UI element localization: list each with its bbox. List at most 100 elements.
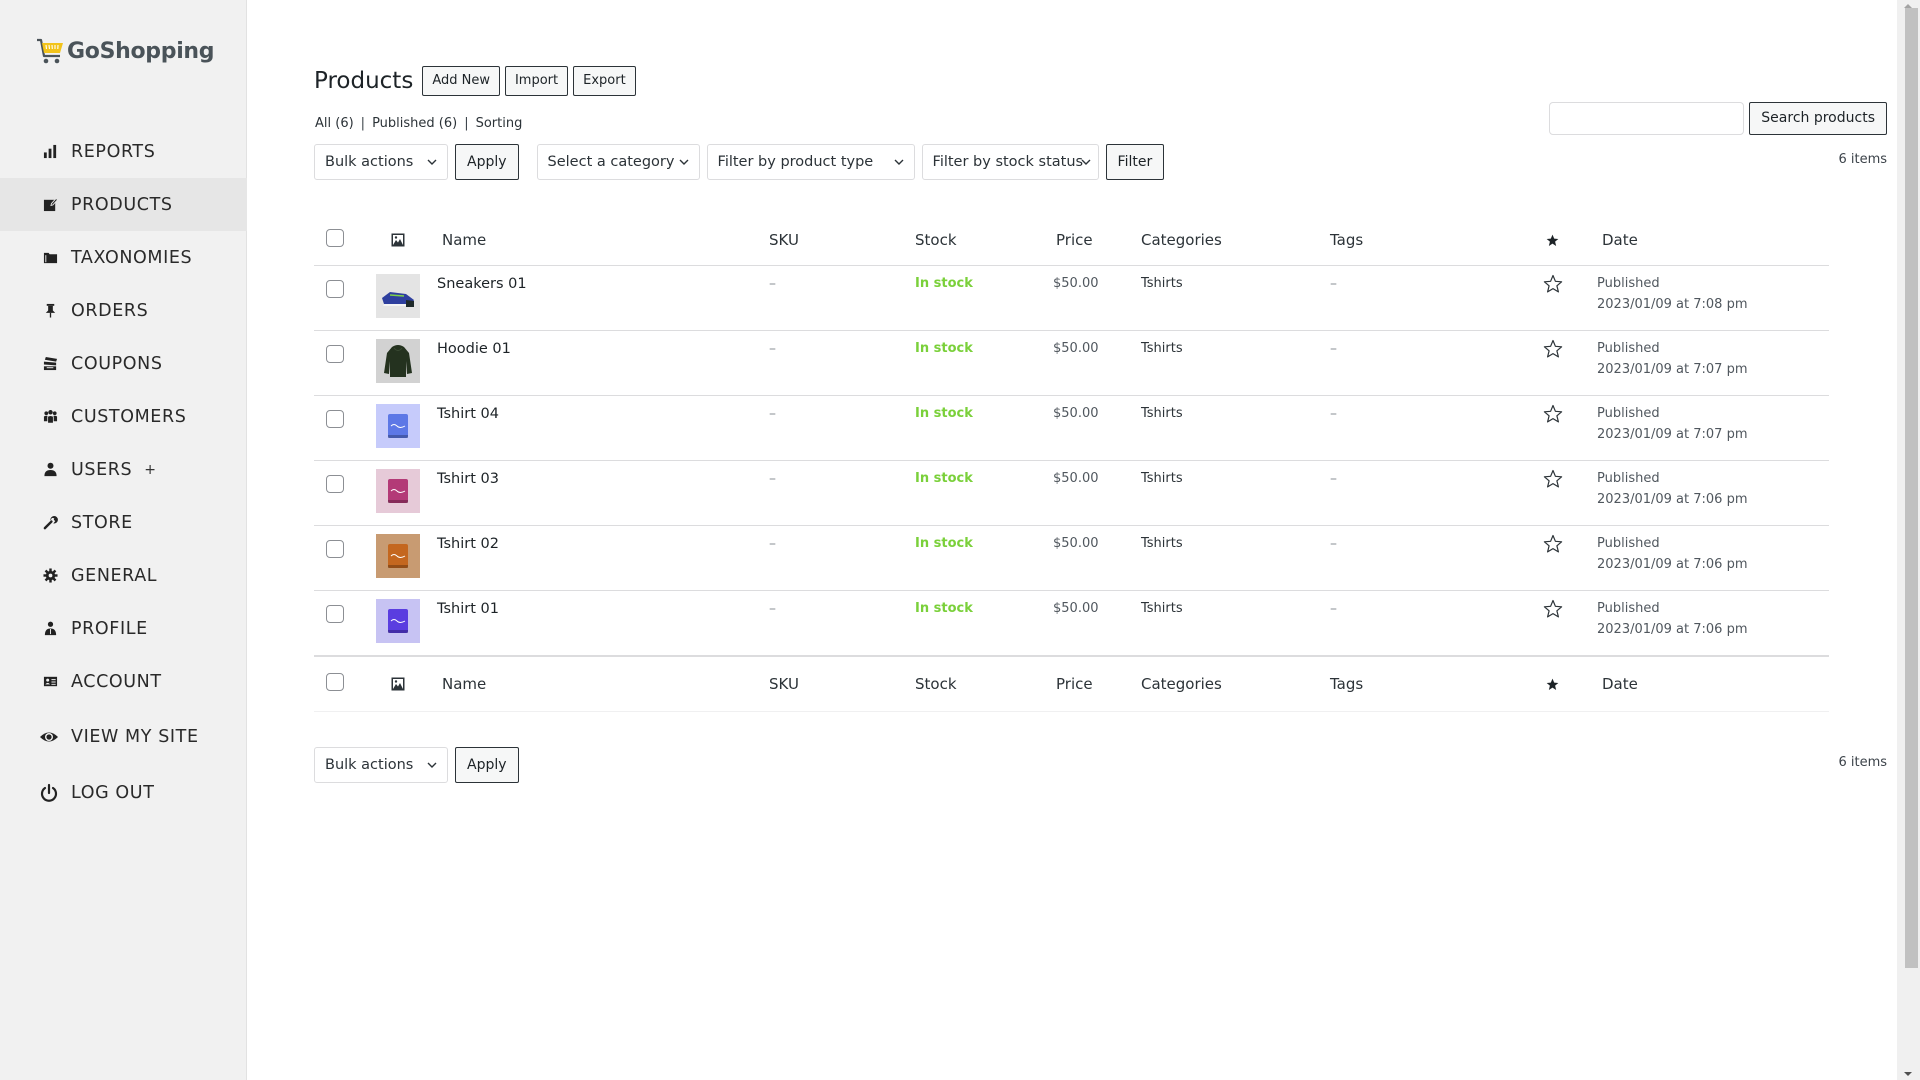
product-category-link[interactable]: Tshirts: [1141, 469, 1330, 486]
featured-star-icon[interactable]: [1546, 234, 1559, 247]
row-checkbox[interactable]: [326, 345, 344, 363]
product-name-link[interactable]: Tshirt 04: [429, 404, 769, 422]
product-category-link[interactable]: Tshirts: [1141, 274, 1330, 291]
product-name-link[interactable]: Sneakers 01: [429, 274, 769, 292]
image-icon: [391, 233, 404, 247]
sidebar-item-profile[interactable]: PROFILE: [0, 602, 247, 655]
column-name[interactable]: Name: [429, 675, 769, 693]
view-sorting-link[interactable]: Sorting: [476, 116, 523, 131]
sidebar-item-reports[interactable]: REPORTS: [0, 125, 247, 178]
category-select[interactable]: Select a category: [536, 144, 700, 180]
row-checkbox[interactable]: [326, 280, 344, 298]
product-name-link[interactable]: Tshirt 02: [429, 534, 769, 552]
column-sku[interactable]: SKU: [769, 231, 915, 249]
bulk-actions-select[interactable]: Bulk actions: [314, 144, 448, 180]
column-price[interactable]: Price: [1053, 231, 1141, 249]
publish-date: Published 2023/01/09 at 7:08 pm: [1580, 273, 1829, 315]
sidebar-item-label: TAXONOMIES: [71, 247, 193, 268]
product-thumbnail[interactable]: [375, 274, 420, 318]
sidebar-item-view-my-site[interactable]: VIEW MY SITE: [0, 708, 247, 765]
cart-icon: [37, 38, 63, 64]
column-sku[interactable]: SKU: [769, 675, 915, 693]
scroll-down-arrow-icon[interactable]: [1902, 1070, 1914, 1078]
column-date[interactable]: Date: [1580, 231, 1829, 249]
sidebar-item-coupons[interactable]: COUPONS: [0, 337, 247, 390]
row-checkbox[interactable]: [326, 410, 344, 428]
products-table: Name SKU Stock Price Categories Tags Dat…: [314, 215, 1829, 712]
star-outline-icon[interactable]: [1543, 339, 1563, 359]
add-new-button[interactable]: Add New: [422, 66, 500, 96]
scrollbar-thumb[interactable]: [1905, 8, 1918, 968]
sidebar-item-orders[interactable]: ORDERS: [0, 284, 247, 337]
id-card-icon: [42, 674, 58, 690]
logo[interactable]: GoShopping: [36, 36, 215, 66]
sidebar-item-customers[interactable]: CUSTOMERS: [0, 390, 247, 443]
table-body: Sneakers 01 – In stock $50.00 Tshirts – …: [314, 266, 1829, 656]
publish-datetime: 2023/01/09 at 7:06 pm: [1597, 492, 1748, 507]
apply-button[interactable]: Apply: [455, 144, 519, 180]
sidebar-item-label: REPORTS: [71, 141, 156, 162]
product-category-link[interactable]: Tshirts: [1141, 599, 1330, 616]
select-all-checkbox[interactable]: [326, 229, 344, 247]
row-checkbox[interactable]: [326, 475, 344, 493]
product-tags: –: [1330, 536, 1337, 552]
product-name-link[interactable]: Tshirt 01: [429, 599, 769, 617]
select-value: Bulk actions: [325, 154, 414, 170]
view-published-link[interactable]: Published (6): [372, 116, 457, 131]
product-category-link[interactable]: Tshirts: [1141, 534, 1330, 551]
search-box: Search products: [1549, 102, 1887, 135]
product-thumbnail[interactable]: [375, 339, 420, 383]
product-type-select[interactable]: Filter by product type: [706, 144, 915, 180]
star-outline-icon[interactable]: [1543, 404, 1563, 424]
table-row: Tshirt 04 – In stock $50.00 Tshirts – Pu…: [314, 396, 1829, 461]
filter-button[interactable]: Filter: [1105, 144, 1165, 180]
items-count-bottom: 6 items: [1838, 755, 1887, 770]
search-products-button[interactable]: Search products: [1749, 102, 1887, 135]
column-name[interactable]: Name: [429, 231, 769, 249]
product-category-link[interactable]: Tshirts: [1141, 404, 1330, 421]
product-name-link[interactable]: Tshirt 03: [429, 469, 769, 487]
search-input[interactable]: [1549, 102, 1745, 135]
folder-icon: [42, 250, 58, 266]
brand-name: GoShopping: [67, 38, 215, 64]
star-outline-icon[interactable]: [1543, 534, 1563, 554]
product-thumbnail[interactable]: [375, 599, 420, 643]
stock-status: In stock: [915, 601, 973, 616]
column-price[interactable]: Price: [1053, 675, 1141, 693]
featured-star-icon[interactable]: [1546, 678, 1559, 691]
bulk-actions-select-bottom[interactable]: Bulk actions: [314, 747, 448, 783]
sidebar-item-taxonomies[interactable]: TAXONOMIES: [0, 231, 247, 284]
sidebar-item-log-out[interactable]: LOG OUT: [0, 765, 247, 820]
sidebar-item-label: PROFILE: [71, 618, 148, 639]
sidebar-item-store[interactable]: STORE: [0, 496, 247, 549]
sidebar-item-general[interactable]: GENERAL: [0, 549, 247, 602]
stock-status-select[interactable]: Filter by stock status: [921, 144, 1099, 180]
select-all-checkbox[interactable]: [326, 673, 344, 691]
product-thumbnail[interactable]: [375, 534, 420, 578]
stock-status: In stock: [915, 341, 973, 356]
import-button[interactable]: Import: [504, 66, 569, 96]
product-category-link[interactable]: Tshirts: [1141, 339, 1330, 356]
product-thumbnail[interactable]: [375, 404, 420, 448]
export-button[interactable]: Export: [573, 66, 636, 96]
add-user-plus[interactable]: +: [144, 462, 156, 478]
view-all-link[interactable]: All (6): [315, 116, 354, 131]
gear-icon: [42, 568, 58, 584]
sidebar-item-products[interactable]: PRODUCTS: [0, 178, 247, 231]
row-checkbox[interactable]: [326, 540, 344, 558]
row-checkbox[interactable]: [326, 605, 344, 623]
publish-datetime: 2023/01/09 at 7:08 pm: [1597, 297, 1748, 312]
apply-button-bottom[interactable]: Apply: [455, 747, 519, 783]
product-thumbnail[interactable]: [375, 469, 420, 513]
edit-icon: [42, 197, 58, 213]
sidebar-item-account[interactable]: ACCOUNT: [0, 655, 247, 708]
sidebar-item-users[interactable]: USERS +: [0, 443, 247, 496]
select-value: Filter by stock status: [932, 154, 1084, 170]
product-name-link[interactable]: Hoodie 01: [429, 339, 769, 357]
publish-status: Published: [1597, 406, 1660, 421]
star-outline-icon[interactable]: [1543, 469, 1563, 489]
star-outline-icon[interactable]: [1543, 274, 1563, 294]
column-date[interactable]: Date: [1580, 675, 1829, 693]
star-outline-icon[interactable]: [1543, 599, 1563, 619]
vertical-scrollbar[interactable]: [1897, 0, 1920, 1080]
